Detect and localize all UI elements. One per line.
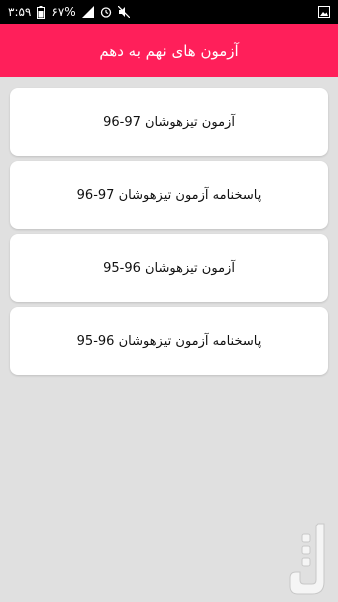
exam-list: آزمون تیزهوشان 97-96 پاسخنامه آزمون تیزه… (10, 88, 328, 380)
list-item-label: آزمون تیزهوشان 96-95 (103, 260, 235, 276)
signal-icon (81, 5, 94, 19)
alarm-icon (100, 5, 112, 19)
list-item-exam-97-96[interactable]: آزمون تیزهوشان 97-96 (10, 88, 328, 156)
list-item-label: پاسخنامه آزمون تیزهوشان 97-96 (76, 187, 262, 203)
battery-percent: ۶۷% (51, 5, 76, 19)
clock: ۳:۵۹ (8, 5, 32, 19)
page-title: آزمون های نهم به دهم (99, 41, 239, 60)
battery-icon (37, 5, 46, 19)
mute-icon (117, 5, 130, 19)
status-left: ۳:۵۹ ۶۷% (8, 5, 130, 19)
image-notification-icon (318, 5, 330, 19)
store-logo-watermark (288, 522, 328, 598)
list-item-answers-96-95[interactable]: پاسخنامه آزمون تیزهوشان 96-95 (10, 307, 328, 375)
app-bar: آزمون های نهم به دهم (0, 24, 338, 77)
list-item-answers-97-96[interactable]: پاسخنامه آزمون تیزهوشان 97-96 (10, 161, 328, 229)
list-item-label: پاسخنامه آزمون تیزهوشان 96-95 (76, 333, 262, 349)
status-bar: ۳:۵۹ ۶۷% (0, 0, 338, 24)
list-item-exam-96-95[interactable]: آزمون تیزهوشان 96-95 (10, 234, 328, 302)
status-right (318, 5, 330, 19)
list-item-label: آزمون تیزهوشان 97-96 (103, 114, 235, 130)
